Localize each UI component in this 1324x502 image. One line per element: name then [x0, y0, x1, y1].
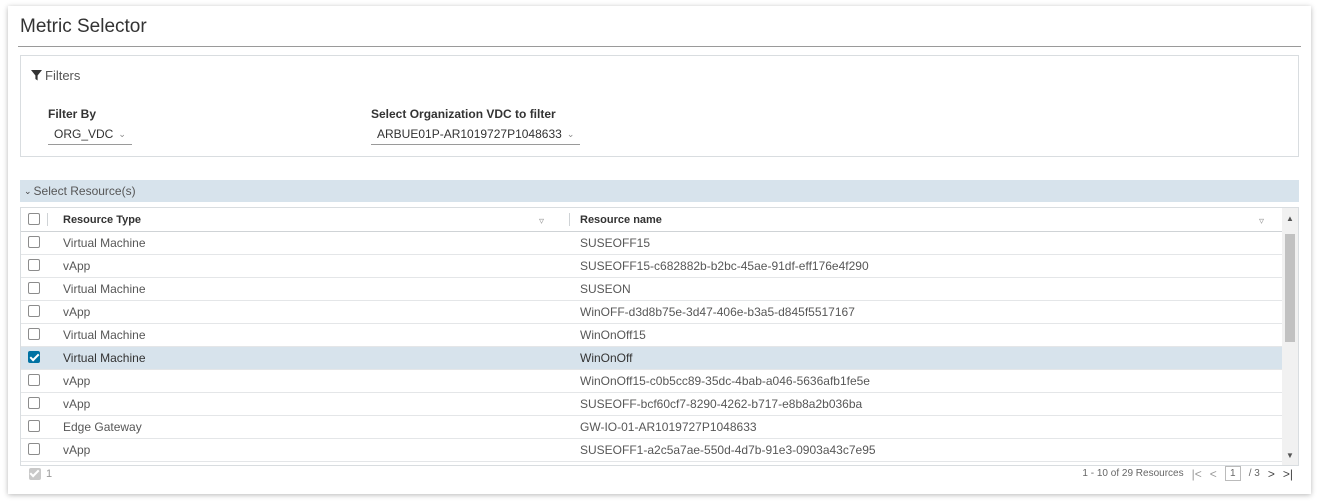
chevron-down-icon: ⌄: [24, 185, 32, 196]
last-page-icon[interactable]: >|: [1283, 467, 1293, 481]
resources-grid: Resource Type ▿ Resource name ▿ Virtual …: [20, 207, 1299, 466]
column-filter-icon[interactable]: ▿: [1259, 216, 1264, 227]
select-resources-toggle[interactable]: ⌄ Select Resource(s): [20, 180, 1299, 202]
column-divider: [47, 213, 48, 226]
resource-type-cell: Virtual Machine: [63, 328, 146, 342]
resource-type-cell: vApp: [63, 374, 91, 388]
resource-type-cell: vApp: [63, 443, 91, 457]
row-checkbox[interactable]: [28, 328, 40, 340]
row-checkbox[interactable]: [28, 259, 40, 271]
row-checkbox[interactable]: [28, 282, 40, 294]
grid-footer: 1 1 - 10 of 29 Resources |< < 1 / 3 > >|: [20, 465, 1299, 485]
column-filter-icon[interactable]: ▿: [539, 216, 544, 227]
chevron-down-icon: ⌄: [566, 128, 575, 139]
scroll-up-icon[interactable]: ▲: [1286, 214, 1294, 223]
row-checkbox[interactable]: [28, 374, 40, 386]
select-resources-heading: Select Resource(s): [33, 184, 136, 198]
filters-toggle[interactable]: Filters: [31, 68, 80, 83]
select-all-checkbox[interactable]: [28, 213, 40, 225]
first-page-icon[interactable]: |<: [1192, 467, 1202, 481]
row-checkbox[interactable]: [28, 236, 40, 248]
funnel-icon: [31, 70, 42, 81]
scroll-down-icon[interactable]: ▼: [1286, 451, 1294, 460]
resource-name-cell: SUSEON: [580, 282, 631, 296]
column-header-resource-name[interactable]: Resource name: [580, 208, 662, 231]
org-vdc-label: Select Organization VDC to filter: [371, 107, 556, 121]
page-total: / 3: [1248, 468, 1260, 479]
selected-count: 1: [46, 468, 53, 480]
vertical-scrollbar[interactable]: ▲ ▼: [1282, 208, 1298, 465]
resource-name-cell: SUSEOFF15-c682882b-b2bc-45ae-91df-eff176…: [580, 259, 869, 273]
resource-type-cell: Virtual Machine: [63, 282, 146, 296]
resource-name-cell: WinOnOff15: [580, 328, 646, 342]
resource-type-cell: Edge Gateway: [63, 420, 142, 434]
resource-name-cell: WinOnOff15-c0b5cc89-35dc-4bab-a046-5636a…: [580, 374, 870, 388]
table-row[interactable]: vApp WinOFF-d3d8b75e-3d47-406e-b3a5-d845f…: [21, 301, 1293, 324]
column-header-resource-type[interactable]: Resource Type: [63, 208, 141, 231]
filter-by-select[interactable]: ORG_VDC ⌄: [48, 126, 132, 145]
next-page-icon[interactable]: >: [1268, 467, 1275, 481]
resource-name-cell: WinOFF-d3d8b75e-3d47-406e-b3a5-d845f5517…: [580, 305, 855, 319]
table-row[interactable]: vApp WinOnOff15-c0b5cc89-35dc-4bab-a046-5…: [21, 370, 1293, 393]
metric-selector-panel: Metric Selector Filters Filter By ORG_VD…: [8, 6, 1311, 494]
selection-indicator-icon: [29, 468, 41, 480]
row-checkbox[interactable]: [28, 305, 40, 317]
pagination-range: 1 - 10 of 29 Resources: [1082, 468, 1184, 479]
filter-by-label: Filter By: [48, 107, 97, 121]
resource-type-cell: vApp: [63, 259, 91, 273]
grid-header: Resource Type ▿ Resource name ▿: [21, 208, 1298, 232]
row-checkbox[interactable]: [28, 351, 40, 363]
row-checkbox[interactable]: [28, 420, 40, 432]
org-vdc-select[interactable]: ARBUE01P-AR1019727P1048633 ⌄: [371, 126, 581, 145]
filters-heading: Filters: [45, 68, 81, 83]
org-vdc-value: ARBUE01P-AR1019727P1048633: [377, 127, 562, 141]
filter-by-value: ORG_VDC: [54, 127, 114, 141]
page-title: Metric Selector: [20, 16, 147, 37]
table-row[interactable]: Virtual Machine WinOnOff: [21, 347, 1293, 370]
resource-name-cell: SUSEOFF1-a2c5a7ae-550d-4d7b-91e3-0903a43…: [580, 443, 876, 457]
table-row[interactable]: Virtual Machine WinOnOff15: [21, 324, 1293, 347]
resource-name-cell: SUSEOFF-bcf60cf7-8290-4262-b717-e8b8a2b0…: [580, 397, 863, 411]
org-vdc-group: Select Organization VDC to filter ARBUE0…: [371, 107, 581, 145]
table-row[interactable]: vApp SUSEOFF1-a2c5a7ae-550d-4d7b-91e3-090…: [21, 439, 1293, 462]
table-row[interactable]: Edge Gateway GW-IO-01-AR1019727P1048633: [21, 416, 1293, 439]
resource-type-cell: Virtual Machine: [63, 351, 146, 365]
title-divider: [18, 46, 1301, 47]
scroll-thumb[interactable]: [1285, 234, 1295, 342]
resource-type-cell: Virtual Machine: [63, 236, 146, 250]
table-row[interactable]: Virtual Machine SUSEOFF15: [21, 232, 1293, 255]
resource-name-cell: SUSEOFF15: [580, 236, 651, 250]
page-number-input[interactable]: 1: [1224, 466, 1241, 481]
resource-name-cell: WinOnOff: [580, 351, 633, 365]
pagination: 1 - 10 of 29 Resources |< < 1 / 3 > >|: [1082, 466, 1293, 481]
table-row[interactable]: Virtual Machine SUSEON: [21, 278, 1293, 301]
row-checkbox[interactable]: [28, 397, 40, 409]
table-row[interactable]: vApp SUSEOFF15-c682882b-b2bc-45ae-91df-ef…: [21, 255, 1293, 278]
resource-type-cell: vApp: [63, 397, 91, 411]
row-checkbox[interactable]: [28, 443, 40, 455]
table-row[interactable]: vApp SUSEOFF-bcf60cf7-8290-4262-b717-e8b8…: [21, 393, 1293, 416]
column-divider: [569, 213, 570, 226]
resource-name-cell: GW-IO-01-AR1019727P1048633: [580, 420, 757, 434]
chevron-down-icon: ⌄: [118, 128, 126, 139]
filter-by-group: Filter By ORG_VDC ⌄: [48, 107, 132, 145]
filters-section: Filters Filter By ORG_VDC ⌄ Select Organ…: [20, 55, 1299, 157]
previous-page-icon[interactable]: <: [1210, 467, 1217, 481]
resource-type-cell: vApp: [63, 305, 91, 319]
